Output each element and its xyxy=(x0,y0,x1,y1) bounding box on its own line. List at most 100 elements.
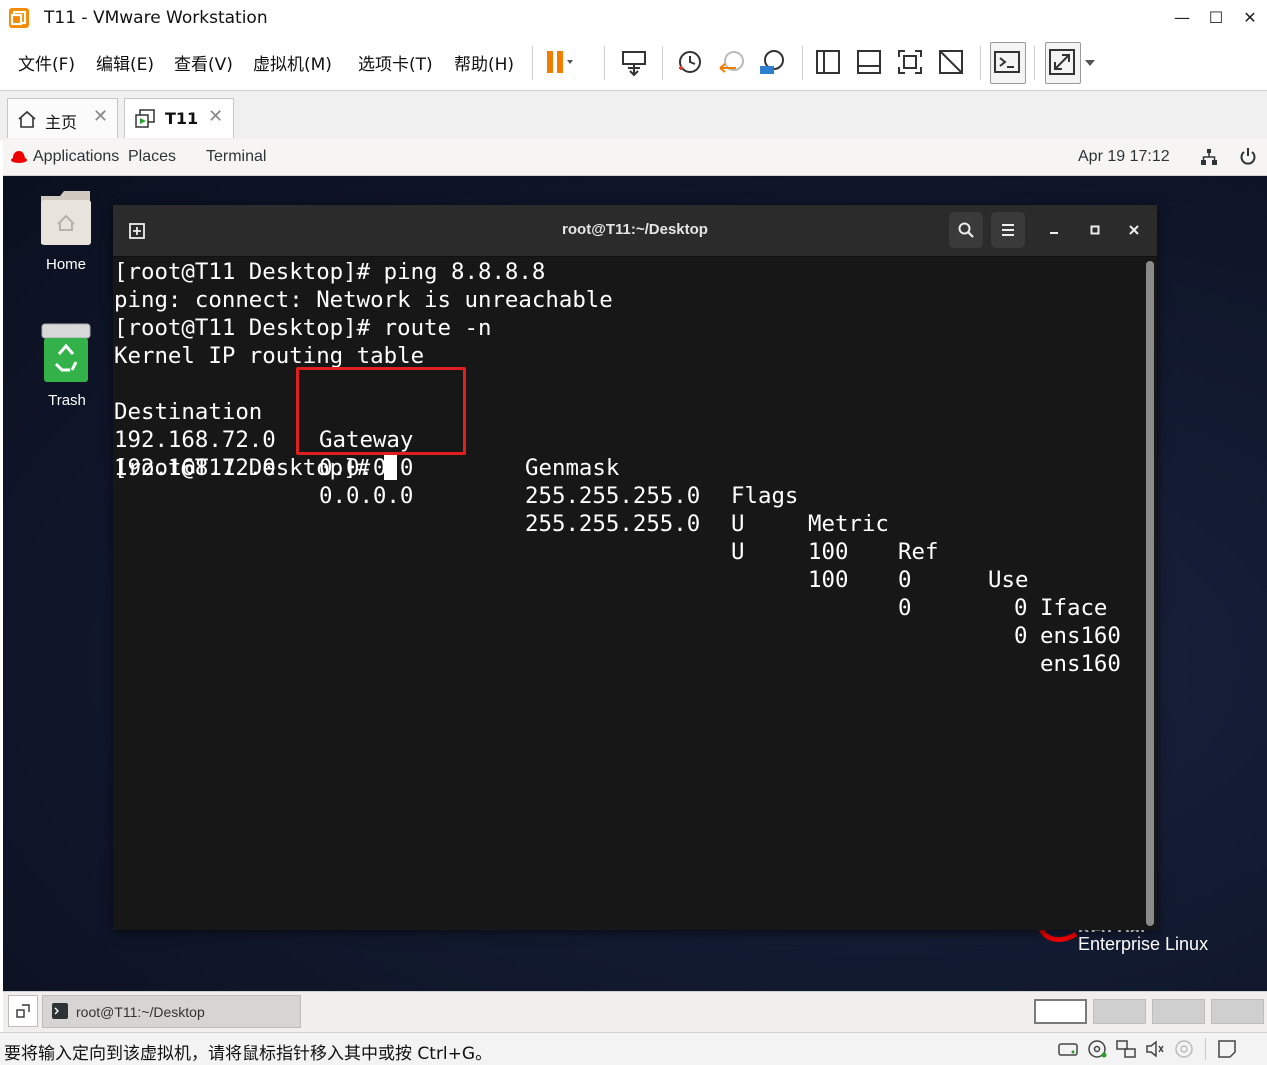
toolbar-separator xyxy=(980,46,981,80)
sound-icon[interactable] xyxy=(1144,1039,1166,1059)
header-genmask: Genmask xyxy=(525,455,620,481)
toolbar-separator xyxy=(802,46,803,80)
terminal-line: ping: connect: Network is unreachable xyxy=(114,287,613,313)
pause-icon[interactable] xyxy=(542,46,574,78)
menu-tabs[interactable]: 选项卡(T) xyxy=(358,50,433,75)
menu-help[interactable]: 帮助(H) xyxy=(454,50,514,75)
home-folder-icon[interactable] xyxy=(38,188,94,248)
cell-ref: 0 xyxy=(898,567,912,593)
desktop-trash-label[interactable]: Trash xyxy=(27,392,107,409)
toolbar-separator xyxy=(604,46,605,80)
cell-use: 0 xyxy=(1014,623,1028,649)
tab-t11-close-icon[interactable]: ✕ xyxy=(208,106,223,127)
cd-dvd-icon[interactable] xyxy=(1086,1039,1108,1059)
desktop-home-label[interactable]: Home xyxy=(26,256,106,273)
window-title: T11 - VMware Workstation xyxy=(44,8,268,28)
gateway-highlight-box xyxy=(296,367,466,455)
cell-metric: 100 xyxy=(808,539,849,565)
brand-line-2: Enterprise Linux xyxy=(1078,934,1209,954)
cell-flags: U xyxy=(731,511,745,537)
header-iface: Iface xyxy=(1040,595,1108,621)
terminal-scrollbar[interactable] xyxy=(1146,261,1154,926)
vm-icon xyxy=(135,109,155,128)
prompt: [root@T11 Desktop]# xyxy=(114,455,384,481)
terminal-output[interactable]: [root@T11 Desktop]# ping 8.8.8.8 ping: c… xyxy=(113,257,1143,929)
terminal-app-icon xyxy=(52,1003,68,1019)
message-log-icon[interactable] xyxy=(1216,1039,1238,1059)
cell-use: 0 xyxy=(1014,595,1028,621)
terminal-app-menu[interactable]: Terminal xyxy=(206,148,266,166)
applications-menu[interactable]: Applications xyxy=(33,148,119,166)
cell-metric: 100 xyxy=(808,567,849,593)
toolbar-separator xyxy=(532,46,533,80)
terminal-line: Kernel IP routing table xyxy=(114,343,425,369)
terminal-close-icon[interactable] xyxy=(1122,219,1146,243)
search-icon xyxy=(958,222,974,238)
unity-icon[interactable] xyxy=(935,46,967,78)
header-ref: Ref xyxy=(898,539,939,565)
cell-gateway: 0.0.0.0 xyxy=(319,483,414,509)
stretch-icon xyxy=(1049,49,1075,75)
chevron-down-icon[interactable] xyxy=(1083,58,1097,68)
terminal-menu-button[interactable] xyxy=(991,212,1025,248)
toolbar-separator xyxy=(1034,46,1035,80)
snapshot-icon[interactable] xyxy=(674,46,706,78)
text-cursor xyxy=(383,455,397,480)
tab-t11[interactable]: T11 ✕ xyxy=(124,98,234,138)
cell-genmask: 255.255.255.0 xyxy=(525,511,701,537)
workspace-2[interactable] xyxy=(1093,999,1146,1024)
cell-ref: 0 xyxy=(898,595,912,621)
status-message: 要将输入定向到该虚拟机，请将鼠标指针移入其中或按 Ctrl+G。 xyxy=(4,1044,493,1064)
minimize-button[interactable]: — xyxy=(1165,4,1199,32)
show-desktop-button[interactable] xyxy=(8,995,38,1027)
tab-home-label: 主页 xyxy=(45,113,78,132)
send-ctrl-alt-del-icon[interactable] xyxy=(618,46,650,78)
maximize-button[interactable]: ☐ xyxy=(1199,4,1233,32)
console-icon xyxy=(994,51,1020,73)
menu-vm[interactable]: 虚拟机(M) xyxy=(253,50,332,75)
header-metric: Metric xyxy=(808,511,889,537)
tab-home-close-icon[interactable]: ✕ xyxy=(93,106,108,127)
table-row: 192.168.72.0 0.0.0.0 255.255.255.0 U 100… xyxy=(114,426,1144,677)
redhat-hat-icon xyxy=(11,151,27,163)
power-icon[interactable] xyxy=(1239,147,1257,165)
clock[interactable]: Apr 19 17:12 xyxy=(1078,148,1170,166)
terminal-prompt-line: [root@T11 Desktop]# xyxy=(114,454,397,482)
menu-file[interactable]: 文件(F) xyxy=(18,50,75,75)
usb-icon[interactable] xyxy=(1173,1039,1195,1059)
tab-home[interactable]: 主页 ✕ xyxy=(7,98,118,138)
trash-icon[interactable] xyxy=(40,322,92,384)
workspace-1[interactable] xyxy=(1034,999,1087,1024)
table-row: 192.168.72.0 0.0.0.0 255.255.255.0 U 100… xyxy=(114,398,1144,649)
cell-iface: ens160 xyxy=(1040,623,1121,649)
terminal-maximize-icon[interactable] xyxy=(1083,219,1107,243)
terminal-line: [root@T11 Desktop]# ping 8.8.8.8 xyxy=(114,259,546,285)
network-adapter-icon[interactable] xyxy=(1115,1039,1137,1059)
header-use: Use xyxy=(988,567,1029,593)
terminal-minimize-icon[interactable] xyxy=(1042,219,1066,243)
workspace-4[interactable] xyxy=(1211,999,1264,1024)
cell-iface: ens160 xyxy=(1040,651,1121,677)
cell-flags: U xyxy=(731,539,745,565)
menu-view[interactable]: 查看(V) xyxy=(174,50,233,75)
thumbnail-view-icon[interactable] xyxy=(853,46,885,78)
revert-snapshot-icon[interactable] xyxy=(716,46,748,78)
status-separator xyxy=(1205,1038,1206,1060)
header-flags: Flags xyxy=(731,483,799,509)
terminal-search-button[interactable] xyxy=(949,212,983,248)
snapshot-manager-icon[interactable] xyxy=(756,46,788,78)
taskbar-terminal-label: root@T11:~/Desktop xyxy=(76,1004,205,1020)
vmware-logo-icon xyxy=(9,8,29,28)
fullscreen-icon[interactable] xyxy=(894,46,926,78)
route-table-header: Destination Gateway Genmask Flags Metric… xyxy=(114,370,1144,621)
cell-genmask: 255.255.255.0 xyxy=(525,483,701,509)
tab-t11-label: T11 xyxy=(165,109,199,128)
places-menu[interactable]: Places xyxy=(128,148,176,166)
workspace-3[interactable] xyxy=(1152,999,1205,1024)
menu-edit[interactable]: 编辑(E) xyxy=(96,50,154,75)
library-view-icon[interactable] xyxy=(812,46,844,78)
hard-disk-icon[interactable] xyxy=(1057,1039,1079,1059)
network-icon[interactable] xyxy=(1200,148,1218,166)
toolbar-separator xyxy=(662,46,663,80)
close-button[interactable]: ✕ xyxy=(1233,4,1267,32)
